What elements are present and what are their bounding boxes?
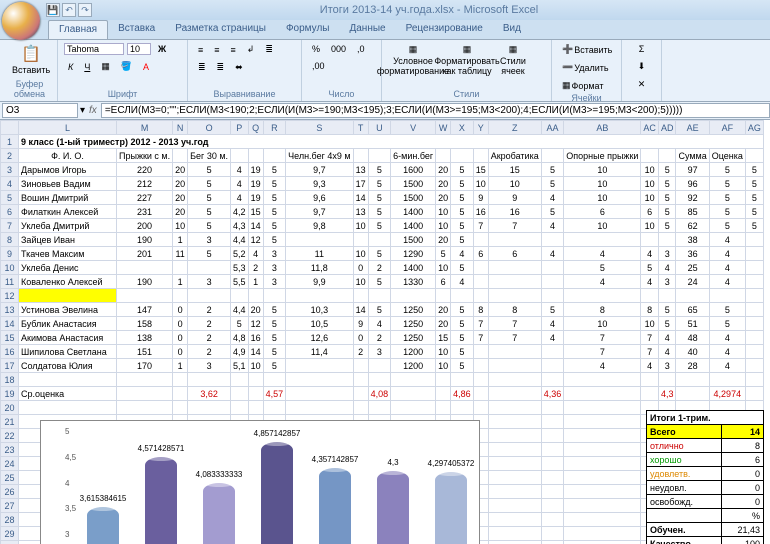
italic-button[interactable]: К [64,60,77,74]
summary-table: Итоги 1-трим.Всего14отлично8хорошо6удовл… [646,410,764,544]
tab-3[interactable]: Формулы [276,20,340,39]
chart[interactable]: 54,543,532,53,61538461514,57142857124,08… [40,420,480,544]
name-box[interactable] [2,103,78,118]
merge-button[interactable]: ⬌ [231,60,247,75]
wrap-button[interactable]: ↲ [243,42,259,57]
formula-input[interactable]: =ЕСЛИ(M3=0;"";ЕСЛИ(M3<190;2;ЕСЛИ(И(M3>=1… [101,103,770,118]
insert-cells[interactable]: ➕ Вставить [558,42,616,57]
align-tl[interactable]: ≡ [194,43,207,57]
font-name[interactable] [64,43,124,55]
paste-button[interactable]: 📋Вставить [8,42,54,77]
chart-bar-3[interactable] [261,442,293,544]
chart-bar-0[interactable] [87,507,119,544]
table-fmt[interactable]: ▦Форматировать как таблицу [441,42,493,78]
color-button[interactable]: A [139,60,153,74]
tab-2[interactable]: Разметка страницы [165,20,276,39]
border-button[interactable]: ▦ [97,59,114,74]
cell-styles[interactable]: ▦Стили ячеек [496,42,530,78]
titlebar: 💾 ↶ ↷ Итоги 2013-14 уч.года.xlsx - Micro… [0,0,770,20]
window-title: Итоги 2013-14 уч.года.xlsx - Microsoft E… [92,4,766,16]
tab-1[interactable]: Вставка [108,20,165,39]
chart-bar-1[interactable] [145,457,177,544]
qat-redo[interactable]: ↷ [78,3,92,17]
chart-bar-6[interactable] [435,472,467,544]
qat-save[interactable]: 💾 [46,3,60,17]
delete-cells[interactable]: ➖ Удалить [558,60,613,75]
fill-button[interactable]: 🪣 [117,59,136,74]
cond-fmt[interactable]: ▦Условное форматирование [388,42,438,78]
font-size[interactable] [127,43,151,55]
bold-button[interactable]: Ж [154,42,170,56]
tab-5[interactable]: Рецензирование [396,20,493,39]
fx-icon[interactable]: fx [85,105,101,116]
chart-bar-2[interactable] [203,483,235,544]
chart-bar-4[interactable] [319,468,351,544]
chart-bar-5[interactable] [377,471,409,544]
tab-4[interactable]: Данные [339,20,395,39]
ribbon-tabs: ГлавнаяВставкаРазметка страницыФормулыДа… [0,20,770,40]
tab-0[interactable]: Главная [48,20,108,39]
underline-button[interactable]: Ч [80,60,94,74]
formula-bar: ▾ fx =ЕСЛИ(M3=0;"";ЕСЛИ(M3<190;2;ЕСЛИ(И(… [0,102,770,120]
tab-6[interactable]: Вид [493,20,531,39]
office-orb[interactable] [2,2,40,40]
ribbon: 📋Вставить Буфер обмена Ж К Ч ▦ 🪣 A Шрифт… [0,40,770,102]
format-cells[interactable]: ▦ Формат [558,78,608,93]
qat-undo[interactable]: ↶ [62,3,76,17]
worksheet[interactable]: LMNOPQRSTUVWXYZAAABACADAEAFAG19 класс (1… [0,120,770,544]
